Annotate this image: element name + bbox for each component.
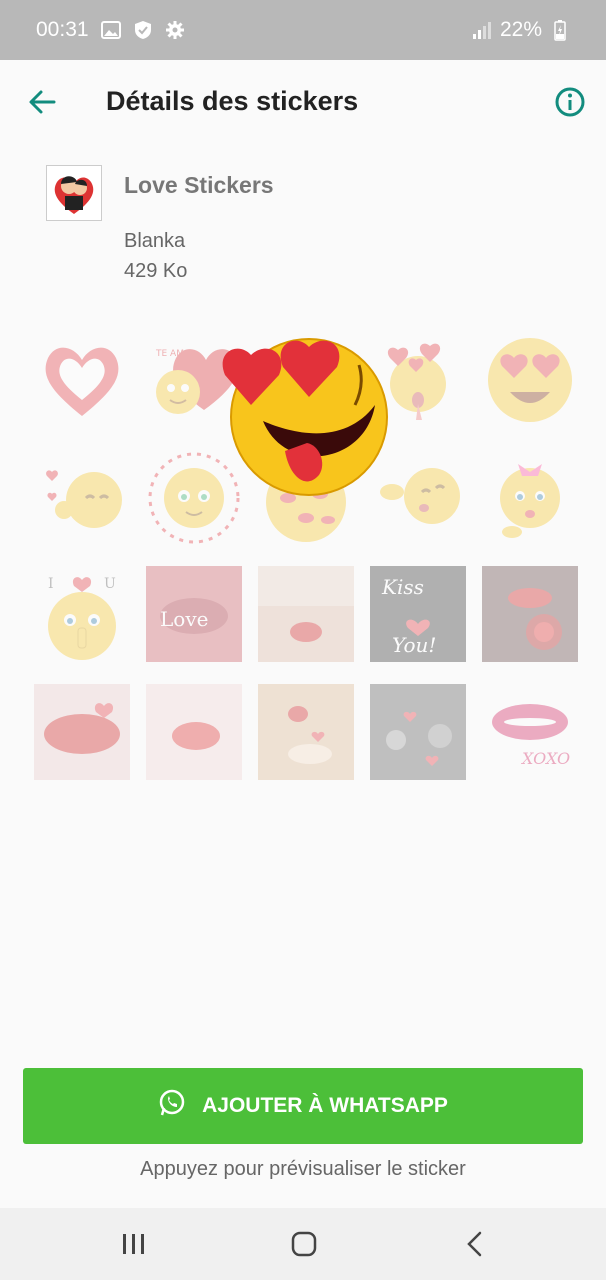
battery-percent: 22% (499, 18, 542, 41)
signal-icon (472, 20, 492, 40)
you-text: You! (392, 633, 436, 657)
app-bar: Détails des stickers (0, 60, 606, 144)
xoxo-lips-sticker[interactable]: XOXO (482, 684, 578, 780)
kiss-you-sticker[interactable]: Kiss You! (370, 566, 466, 662)
status-time: 00:31 (36, 18, 89, 41)
pack-name: Love Stickers (124, 172, 274, 198)
te-amo-text: TE AMO (155, 349, 191, 359)
love-text: Love (160, 607, 208, 631)
status-left: 00:31 (36, 18, 185, 42)
recent-apps-icon[interactable] (114, 1226, 154, 1262)
preview-hint: Appuyez pour prévisualiser le sticker (140, 1158, 466, 1180)
love-lips-photo-sticker[interactable]: Love (146, 566, 242, 662)
kiss-text: Kiss (381, 575, 424, 599)
back-icon[interactable] (454, 1226, 494, 1262)
add-button-label: AJOUTER À WHATSAPP (202, 1094, 448, 1117)
battery-charging-icon (550, 20, 570, 41)
status-right: 22% (472, 18, 570, 42)
red-lips-photo-sticker[interactable] (258, 566, 354, 662)
i-text: I (48, 576, 54, 592)
i-love-u-sticker[interactable]: IU (34, 566, 130, 662)
info-icon[interactable] (552, 84, 588, 120)
heart-eyes-face-sticker[interactable] (482, 330, 578, 426)
page-title: Détails des stickers (106, 86, 359, 116)
whatsapp-icon (158, 1089, 186, 1123)
status-bar: 00:31 22% (0, 0, 606, 60)
add-to-whatsapp-button[interactable]: AJOUTER À WHATSAPP (23, 1068, 583, 1144)
lips-hearts-photo-sticker[interactable] (34, 684, 130, 780)
bw-hearts-photo-sticker[interactable] (370, 684, 466, 780)
lips-photo-sticker[interactable] (146, 684, 242, 780)
blowing-kiss-sticker[interactable] (34, 448, 130, 544)
blowing-hearts-photo-sticker[interactable] (258, 684, 354, 780)
heart-sticker[interactable] (34, 330, 130, 426)
lips-rose-photo-sticker[interactable] (482, 566, 578, 662)
back-arrow-icon[interactable] (22, 82, 62, 122)
gear-icon (165, 20, 185, 40)
home-icon[interactable] (284, 1226, 324, 1262)
navigation-bar (0, 1208, 606, 1280)
pack-author: Blanka (124, 230, 186, 252)
shield-icon (133, 20, 153, 40)
girl-face-sticker[interactable] (482, 448, 578, 544)
gallery-icon (100, 20, 121, 40)
pack-size: 429 Ko (124, 260, 188, 282)
u-text: U (104, 576, 116, 592)
pack-thumbnail (46, 165, 102, 221)
xoxo-text: XOXO (520, 749, 570, 768)
sticker-preview[interactable] (215, 325, 395, 505)
